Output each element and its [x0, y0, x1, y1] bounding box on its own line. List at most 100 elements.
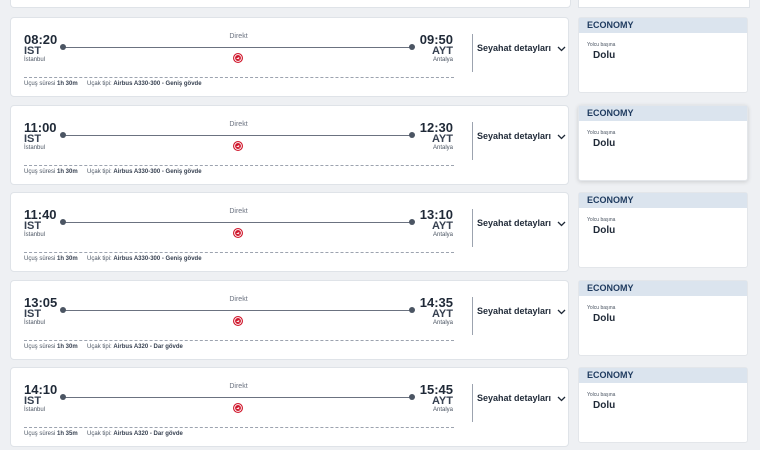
chevron-down-icon — [557, 219, 566, 229]
chevron-down-icon — [557, 394, 566, 404]
destination-dot — [409, 219, 415, 225]
per-passenger-label: Yolcu başına — [587, 130, 616, 136]
aircraft-type: Airbus A320 - Dar gövde — [113, 431, 183, 437]
direct-label: Direkt — [229, 33, 248, 40]
flight-card: 08:20 IST İstanbul Direkt 09:50 AYT Anta… — [10, 17, 569, 97]
route-line — [64, 310, 413, 311]
destination-dot — [409, 132, 415, 138]
flight-duration: 1h 30m — [57, 344, 78, 350]
dashed-separator — [24, 252, 454, 253]
economy-fare-card[interactable]: ECONOMY Yolcu başına Dolu — [578, 192, 748, 268]
travel-details-toggle[interactable]: Seyahat detayları — [477, 306, 566, 317]
duration-label: Uçuş süresi — [24, 81, 56, 87]
duration-label: Uçuş süresi — [24, 431, 56, 437]
cabin-class-header: ECONOMY — [579, 281, 747, 296]
route-line — [64, 222, 413, 223]
travel-details-toggle[interactable]: Seyahat detayları — [477, 131, 566, 142]
departure-city: İstanbul — [24, 407, 46, 413]
previous-card-bottom — [10, 0, 571, 8]
flight-duration: 1h 30m — [57, 169, 78, 175]
fare-status: Dolu — [593, 313, 616, 324]
cabin-class-header: ECONOMY — [579, 106, 747, 121]
aircraft-label: Uçak tipi: — [87, 256, 112, 262]
origin-dot — [60, 307, 66, 313]
dashed-separator — [24, 340, 454, 341]
travel-details-label: Seyahat detayları — [477, 393, 552, 403]
aircraft-type: Airbus A330-300 - Geniş gövde — [113, 81, 202, 87]
flight-meta: Uçuş süresi 1h 30m Uçak tipi: Airbus A33… — [24, 81, 202, 87]
travel-details-label: Seyahat detayları — [477, 43, 552, 53]
aircraft-label: Uçak tipi: — [87, 431, 112, 437]
flight-duration: 1h 30m — [57, 81, 78, 87]
turkish-airlines-logo-icon — [233, 403, 243, 413]
aircraft-type: Airbus A330-300 - Geniş gövde — [113, 256, 202, 262]
arrival-city: Antalya — [432, 232, 453, 238]
direct-label: Direkt — [229, 208, 248, 215]
chevron-down-icon — [557, 44, 566, 54]
vertical-divider — [472, 34, 473, 72]
flight-meta: Uçuş süresi 1h 30m Uçak tipi: Airbus A32… — [24, 344, 183, 350]
flight-meta: Uçuş süresi 1h 30m Uçak tipi: Airbus A33… — [24, 169, 202, 175]
travel-details-toggle[interactable]: Seyahat detayları — [477, 393, 566, 404]
turkish-airlines-logo-icon — [233, 53, 243, 63]
aircraft-label: Uçak tipi: — [87, 344, 112, 350]
cabin-class-header: ECONOMY — [579, 18, 747, 33]
flight-row: 11:00 IST İstanbul Direkt 12:30 AYT Anta… — [0, 105, 760, 185]
fare-status: Dolu — [593, 400, 616, 411]
route-line — [64, 135, 413, 136]
flight-row: 11:40 IST İstanbul Direkt 13:10 AYT Anta… — [0, 192, 760, 272]
flight-card: 11:40 IST İstanbul Direkt 13:10 AYT Anta… — [10, 192, 569, 272]
travel-details-toggle[interactable]: Seyahat detayları — [477, 218, 566, 229]
duration-label: Uçuş süresi — [24, 344, 56, 350]
economy-fare-card[interactable]: ECONOMY Yolcu başına Dolu — [578, 367, 748, 443]
vertical-divider — [472, 122, 473, 160]
aircraft-label: Uçak tipi: — [87, 169, 112, 175]
per-passenger-label: Yolcu başına — [587, 42, 616, 48]
flight-meta: Uçuş süresi 1h 30m Uçak tipi: Airbus A33… — [24, 256, 202, 262]
direct-label: Direkt — [229, 121, 248, 128]
arrival-airport-code: AYT — [432, 45, 453, 57]
economy-fare-card[interactable]: ECONOMY Yolcu başına Dolu — [578, 17, 748, 93]
aircraft-type: Airbus A320 - Dar gövde — [113, 344, 183, 350]
departure-city: İstanbul — [24, 320, 46, 326]
dashed-separator — [24, 427, 454, 428]
fare-status: Dolu — [593, 225, 616, 236]
travel-details-label: Seyahat detayları — [477, 306, 552, 316]
departure-city: İstanbul — [24, 57, 46, 63]
direct-label: Direkt — [229, 296, 248, 303]
flight-row: 08:20 IST İstanbul Direkt 09:50 AYT Anta… — [0, 17, 760, 97]
per-passenger-label: Yolcu başına — [587, 305, 616, 311]
turkish-airlines-logo-icon — [233, 316, 243, 326]
origin-dot — [60, 44, 66, 50]
destination-dot — [409, 394, 415, 400]
origin-dot — [60, 132, 66, 138]
turkish-airlines-logo-icon — [233, 228, 243, 238]
arrival-airport-code: AYT — [432, 133, 453, 145]
flight-meta: Uçuş süresi 1h 35m Uçak tipi: Airbus A32… — [24, 431, 183, 437]
arrival-city: Antalya — [432, 145, 453, 151]
aircraft-label: Uçak tipi: — [87, 81, 112, 87]
travel-details-label: Seyahat detayları — [477, 131, 552, 141]
vertical-divider — [472, 209, 473, 247]
travel-details-label: Seyahat detayları — [477, 218, 552, 228]
economy-fare-card[interactable]: ECONOMY Yolcu başına Dolu — [578, 280, 748, 356]
departure-airport-code: IST — [24, 308, 42, 320]
cabin-class-header: ECONOMY — [579, 193, 747, 208]
chevron-down-icon — [557, 307, 566, 317]
duration-label: Uçuş süresi — [24, 256, 56, 262]
departure-city: İstanbul — [24, 145, 46, 151]
fare-status: Dolu — [593, 50, 616, 61]
arrival-city: Antalya — [432, 320, 453, 326]
previous-fare-card-bottom — [578, 0, 750, 8]
flight-card: 13:05 IST İstanbul Direkt 14:35 AYT Anta… — [10, 280, 569, 360]
cabin-class-header: ECONOMY — [579, 368, 747, 383]
economy-fare-card[interactable]: ECONOMY Yolcu başına Dolu — [578, 105, 748, 181]
origin-dot — [60, 394, 66, 400]
dashed-separator — [24, 77, 454, 78]
departure-airport-code: IST — [24, 395, 42, 407]
flight-card: 11:00 IST İstanbul Direkt 12:30 AYT Anta… — [10, 105, 569, 185]
travel-details-toggle[interactable]: Seyahat detayları — [477, 43, 566, 54]
arrival-city: Antalya — [432, 57, 453, 63]
flight-row: 13:05 IST İstanbul Direkt 14:35 AYT Anta… — [0, 280, 760, 360]
vertical-divider — [472, 384, 473, 422]
